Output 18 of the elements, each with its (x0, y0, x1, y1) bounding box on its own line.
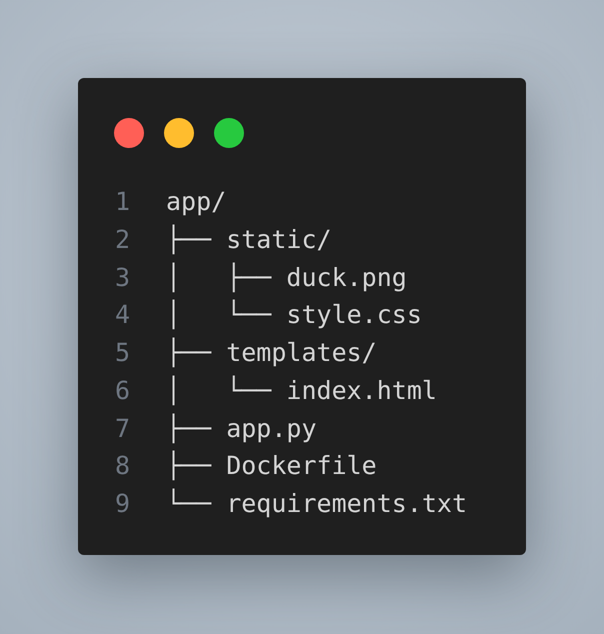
code-line: │ └── index.html (166, 376, 437, 405)
line-number: 1 (114, 186, 130, 218)
code-line: ├── Dockerfile (166, 451, 377, 480)
line-number: 7 (114, 412, 130, 444)
line-number: 8 (114, 450, 130, 482)
line-number: 2 (114, 224, 130, 256)
code-line: app/ (166, 187, 226, 216)
code-line: │ ├── duck.png (166, 262, 407, 292)
code-line: ├── templates/ (166, 338, 377, 367)
code-line: └── requirements.txt (166, 489, 468, 518)
line-number: 3 (114, 262, 130, 294)
code-line: ├── app.py (166, 414, 317, 442)
line-number: 4 (114, 299, 130, 332)
line-number: 9 (114, 488, 130, 520)
line-number: 6 (114, 374, 130, 407)
line-number: 5 (114, 337, 130, 369)
code-line: │ └── style.css (166, 300, 422, 330)
code-line: ├── static/ (166, 224, 332, 254)
